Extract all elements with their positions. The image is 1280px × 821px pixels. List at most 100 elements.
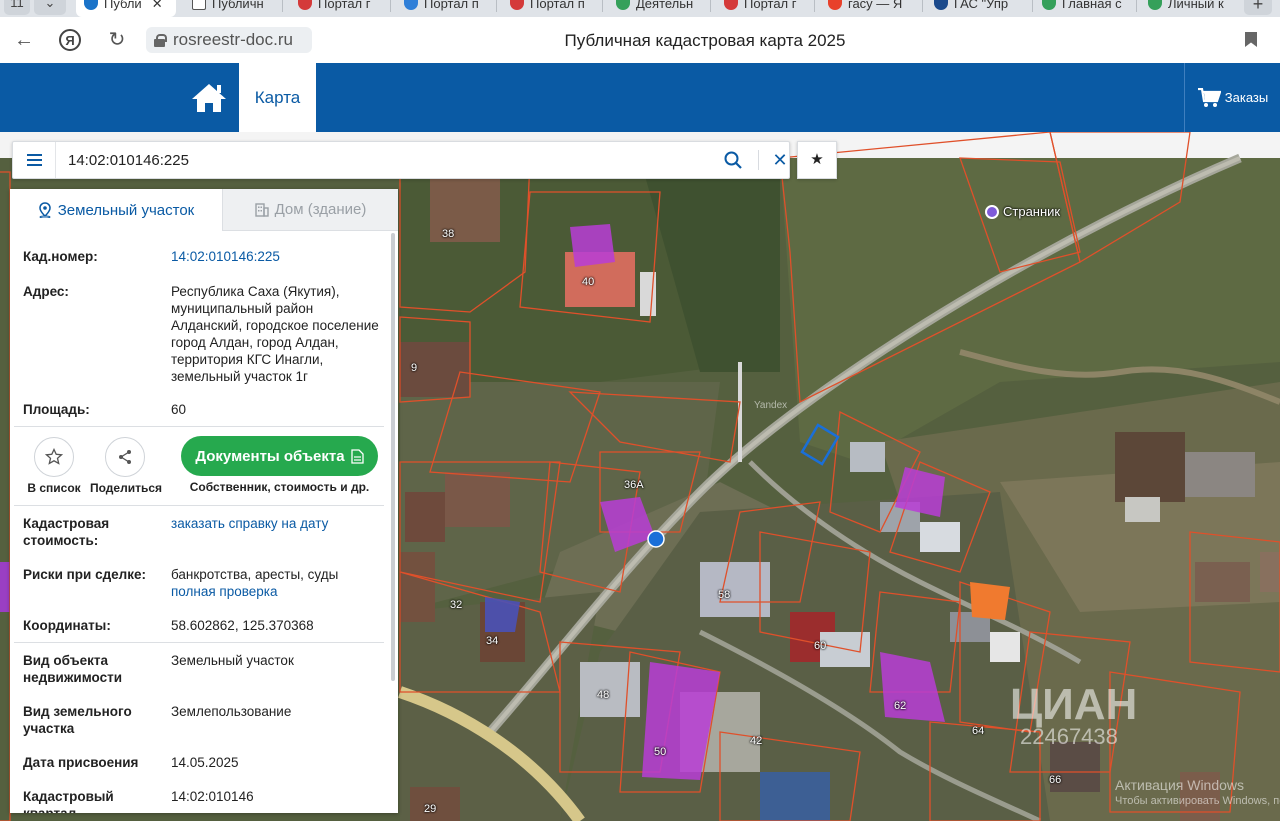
row-risks: Риски при сделке: банкротства, аресты, с… [23,566,385,602]
tab-label: Портал п [424,0,479,11]
new-tab-button[interactable]: + [1244,0,1272,15]
url-field[interactable]: rosreestr-doc.ru [146,27,312,53]
poi-pin-icon [985,204,999,219]
house-number-label: 42 [750,735,763,747]
cad-number-label: Кад.номер: [23,249,98,264]
object-type-value: Земельный участок [171,653,294,668]
row-land-type: Вид земельного участка Землепользование [23,703,385,739]
cad-number-value[interactable]: 14:02:010146:225 [171,248,383,265]
browser-tab-6[interactable]: Портал г [716,0,812,17]
yandex-attribution: Yandex [754,400,788,411]
star-outline-icon [45,448,63,465]
shield-icon [724,0,738,10]
document-icon [350,448,364,464]
menu-hamburger-icon[interactable] [13,142,56,178]
land-type-label: Вид земельного участка [23,704,132,736]
reload-icon[interactable]: ↻ [105,28,129,52]
tab-close-icon[interactable]: ✕ [152,0,163,10]
orders-button[interactable]: Заказы [1184,63,1280,132]
lock-icon [154,34,167,47]
tab-map[interactable]: Карта [239,63,316,132]
browser-tab-1[interactable]: Публичн [184,0,276,17]
bookmark-icon[interactable] [1245,32,1257,47]
house-number-label: 9 [411,362,418,374]
share-label[interactable]: Поделиться [90,481,162,495]
add-to-list-label[interactable]: В список [24,481,84,495]
emblem-icon [1042,0,1056,10]
doc-icon [404,0,418,10]
house-number-label: 58 [718,589,731,601]
coordinates-label: Координаты: [23,618,111,633]
yandex-logo-icon[interactable]: Я [58,28,82,52]
object-documents-button[interactable]: Документы объекта [181,436,378,476]
row-cad-cost: Кадастровая стоимость: заказать справку … [23,515,385,551]
browser-tab-9[interactable]: Главная с [1034,0,1134,17]
yandex-icon [828,0,842,10]
tab-separator [282,0,283,12]
house-number-label: 29 [424,803,437,815]
object-info-panel: Земельный участок Дом (здание) Кад.номер… [10,189,398,813]
browser-tab-8[interactable]: ГАС "Упр [926,0,1030,17]
poi-label: Странник [1003,204,1061,219]
house-number-label: 66 [1049,774,1062,786]
back-arrow-icon[interactable]: ← [12,28,36,52]
house-number-label: 32 [450,599,463,611]
globe-icon [84,0,98,10]
home-icon[interactable] [190,81,228,115]
tab-separator [1032,0,1033,12]
order-certificate-link[interactable]: заказать справку на дату [171,515,383,532]
browser-tab-0[interactable]: Публи ✕ [76,0,176,17]
cian-watermark: ЦИАН [1010,680,1138,729]
page-icon [192,0,206,10]
house-number-label: 34 [486,635,499,647]
share-button[interactable] [105,437,145,477]
address-value: Республика Саха (Якутия), муниципальный … [171,284,379,384]
browser-tab-3[interactable]: Портал п [396,0,492,17]
shield-icon [510,0,524,10]
browser-address-bar: ← Я ↻ rosreestr-doc.ru Публичная кадастр… [0,17,1280,63]
svg-text:Я: Я [65,33,74,48]
row-quarter: Кадастровый квартал 14:02:010146 [23,788,385,813]
tab-land-plot[interactable]: Земельный участок [10,189,223,231]
browser-tab-4[interactable]: Портал п [502,0,598,17]
coordinates-value: 58.602862, 125.370368 [171,618,314,633]
browser-tab-2[interactable]: Портал г [290,0,386,17]
map-pin-icon [38,202,51,218]
browser-tab-10[interactable]: Личный к [1140,0,1236,17]
add-to-list-button[interactable] [34,437,74,477]
quarter-value: 14:02:010146 [171,789,254,804]
row-assign-date: Дата присвоения 14.05.2025 [23,754,385,774]
house-number-label: 62 [894,700,907,712]
quarter-label: Кадастровый квартал [23,789,114,813]
favorites-star-button[interactable]: ★ [797,141,837,179]
area-value: 60 [171,402,187,417]
panel-scrollbar[interactable] [391,233,395,681]
tab-label: ГАС "Упр [954,0,1009,11]
tab-label: Портал г [744,0,797,11]
divider [14,505,384,506]
poi-marker[interactable]: Странник [985,204,1060,219]
tab-land-plot-label: Земельный участок [57,201,195,219]
tab-building[interactable]: Дом (здание) [223,189,398,231]
divider [14,426,384,427]
panel-tabs: Земельный участок Дом (здание) [10,189,398,231]
browser-tab-5[interactable]: Деятельн [608,0,708,17]
assign-date-label: Дата присвоения [23,755,139,770]
tab-list-chevron-icon[interactable]: ⌄ [34,0,66,15]
address-label: Адрес: [23,284,69,299]
full-check-link[interactable]: полная проверка [171,583,383,600]
browser-tab-7[interactable]: гасу — Я [820,0,918,17]
tab-separator [710,0,711,12]
tab-label: Портал г [318,0,371,11]
assign-date-value: 14.05.2025 [171,755,239,770]
clear-search-icon[interactable]: ✕ [768,148,792,172]
house-number-label: 48 [597,689,610,701]
search-icon[interactable] [723,150,743,170]
object-type-label: Вид объекта недвижимости [23,653,122,685]
tab-label: Главная с [1062,0,1122,11]
tab-count-button[interactable]: 11 [4,0,30,15]
shield-icon [298,0,312,10]
tab-label: Деятельн [636,0,694,11]
search-input[interactable] [68,149,708,171]
divider [14,642,384,643]
